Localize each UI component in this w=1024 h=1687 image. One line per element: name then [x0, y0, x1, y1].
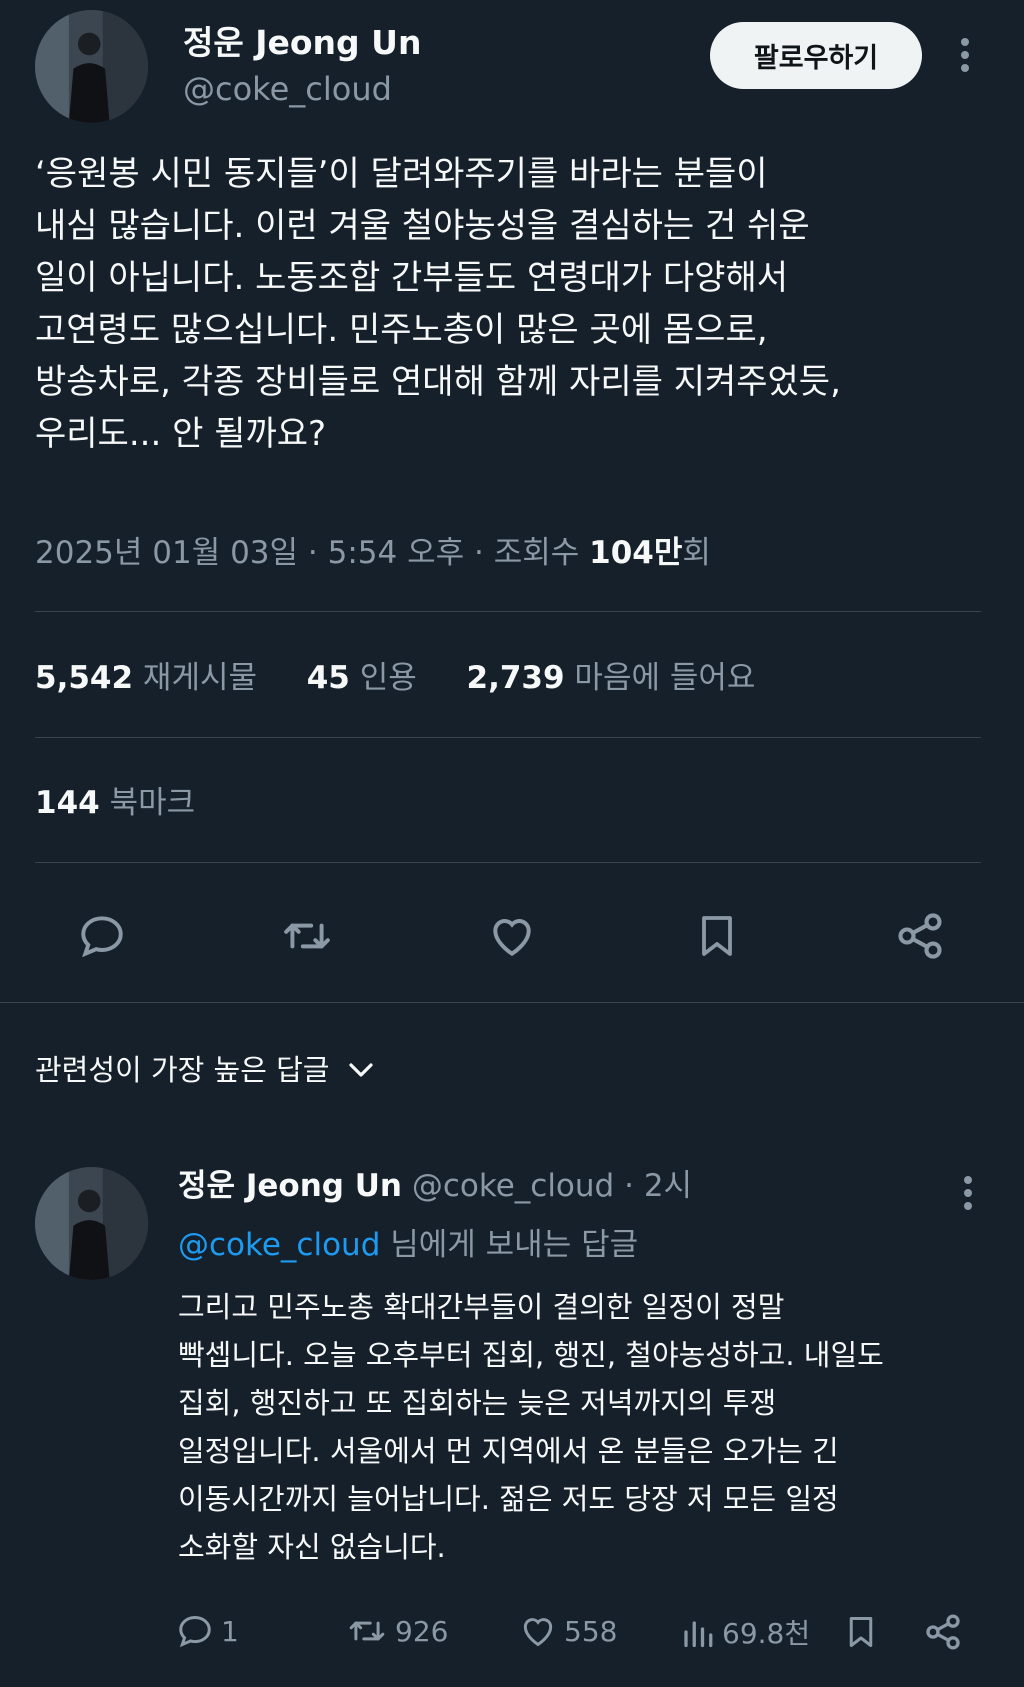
- meta-separator: ·: [474, 535, 484, 571]
- divider: [35, 611, 981, 612]
- more-options-icon[interactable]: [953, 1173, 983, 1213]
- replies-sort-dropdown[interactable]: 관련성이 가장 높은 답글: [35, 1047, 375, 1093]
- replying-to: @coke_cloud 님에게 보내는 답글: [178, 1222, 638, 1268]
- author-name[interactable]: 정운 Jeong Un: [183, 20, 421, 66]
- follow-button[interactable]: 팔로우하기: [710, 22, 922, 89]
- reply-time[interactable]: 2시: [644, 1168, 692, 1204]
- tweet-text: ‘응원봉 시민 동지들’이 달려와주기를 바라는 분들이 내심 많습니다. 이런…: [35, 154, 841, 454]
- views-label: 조회수: [493, 535, 580, 571]
- reply-author-handle[interactable]: @coke_cloud: [412, 1168, 614, 1204]
- view-count: 69.8천: [722, 1617, 811, 1650]
- meta-separator: ·: [307, 535, 318, 571]
- divider: [35, 862, 981, 863]
- reply-bookmark-button[interactable]: [843, 1612, 879, 1652]
- divider: [0, 1002, 1024, 1003]
- reply-views-button[interactable]: 69.8천: [680, 1612, 810, 1652]
- repost-icon[interactable]: [277, 908, 337, 964]
- author-handle[interactable]: @coke_cloud: [183, 66, 392, 112]
- like-icon: [523, 1618, 553, 1647]
- reply-count: 1: [221, 1614, 239, 1648]
- reply-actions: 1 926 558 69.8천: [175, 1612, 975, 1662]
- replying-to-handle[interactable]: @coke_cloud: [178, 1227, 380, 1263]
- bookmarks-stat[interactable]: 144 북마크: [35, 780, 195, 826]
- reply-icon: [179, 1616, 211, 1648]
- tweet-date[interactable]: 2025년 01월 03일: [35, 535, 298, 571]
- share-icon: [926, 1614, 960, 1650]
- avatar[interactable]: [35, 1167, 148, 1280]
- reply-reply-button[interactable]: 1: [175, 1612, 239, 1650]
- quotes-stat[interactable]: 45 인용: [307, 660, 417, 696]
- more-options-icon[interactable]: [950, 35, 980, 75]
- avatar-photo: [35, 10, 148, 123]
- share-icon[interactable]: [890, 908, 950, 964]
- divider: [35, 737, 981, 738]
- repost-count: 926: [395, 1614, 449, 1648]
- reposts-stat[interactable]: 5,542 재게시물: [35, 660, 257, 696]
- reply-author-name[interactable]: 정운 Jeong Un: [178, 1168, 402, 1204]
- reply-text: 그리고 민주노총 확대간부들이 결의한 일정이 정말 빡셉니다. 오늘 오후부터…: [178, 1290, 884, 1564]
- bookmark-icon: [849, 1617, 873, 1647]
- reply-like-button[interactable]: 558: [518, 1612, 617, 1650]
- bookmark-icon[interactable]: [687, 908, 747, 964]
- tweet-meta: 2025년 01월 03일 · 5:54 오후 · 조회수 104만회: [35, 530, 711, 576]
- engagement-stats: 5,542 재게시물 45 인용 2,739 마음에 들어요: [35, 655, 755, 701]
- like-count: 558: [564, 1614, 618, 1648]
- views-count: 104만: [589, 535, 683, 571]
- like-icon[interactable]: [482, 908, 542, 964]
- likes-stat[interactable]: 2,739 마음에 들어요: [467, 660, 756, 696]
- reply-icon[interactable]: [72, 908, 132, 964]
- replying-to-suffix: 님에게 보내는 답글: [390, 1227, 639, 1263]
- avatar[interactable]: [35, 10, 148, 123]
- reply-share-button[interactable]: [923, 1612, 963, 1652]
- chevron-down-icon: [349, 1063, 374, 1077]
- reply-header: 정운 Jeong Un @coke_cloud · 2시: [178, 1163, 692, 1209]
- repost-icon: [349, 1621, 385, 1641]
- reply-separator: ·: [624, 1168, 634, 1204]
- reply-repost-button[interactable]: 926: [345, 1612, 448, 1650]
- tweet-time[interactable]: 5:54 오후: [328, 535, 465, 571]
- replies-sort-label: 관련성이 가장 높은 답글: [35, 1053, 330, 1087]
- views-icon: [684, 1621, 713, 1648]
- views-suffix: 회: [682, 535, 711, 571]
- avatar-photo: [35, 1167, 148, 1280]
